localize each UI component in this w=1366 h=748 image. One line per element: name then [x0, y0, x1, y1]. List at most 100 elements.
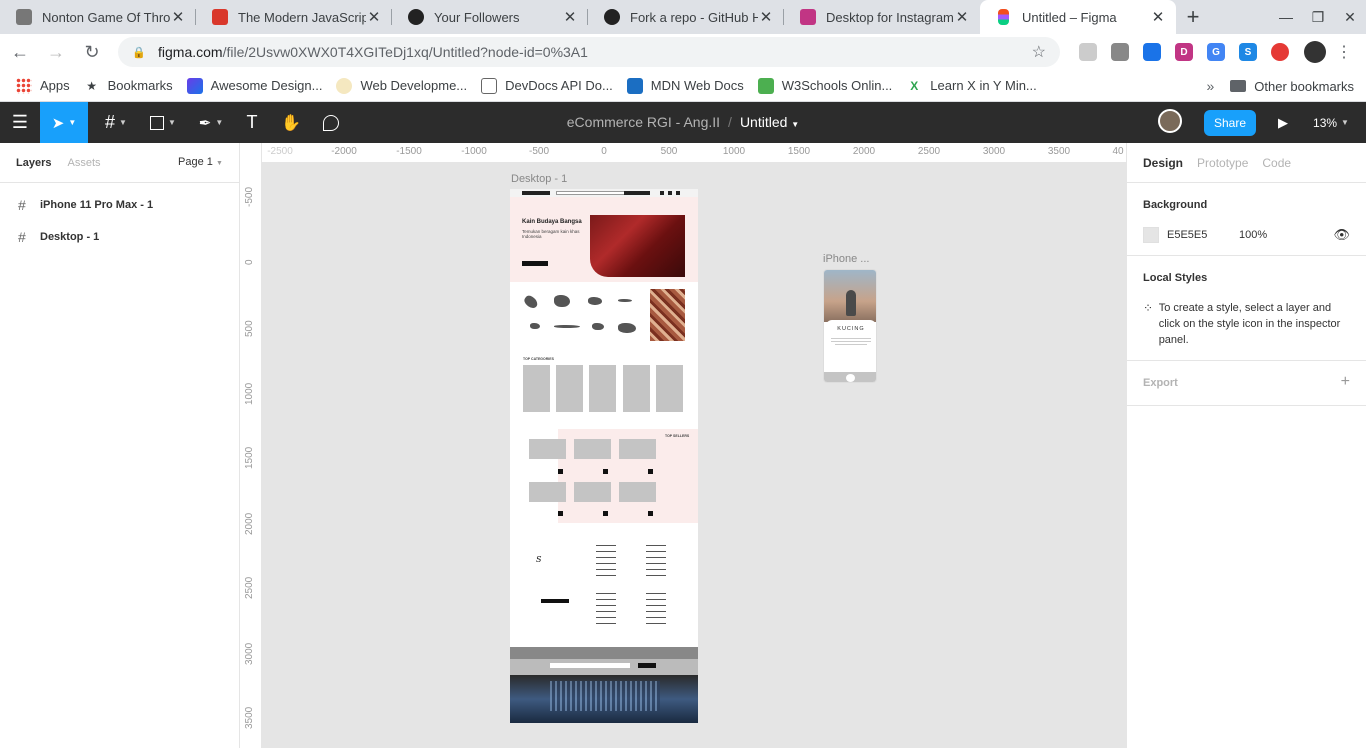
ruler-tick: -2000 — [331, 146, 357, 157]
project-name[interactable]: eCommerce RGI - Ang.II — [567, 114, 720, 130]
local-styles-heading: Local Styles — [1143, 272, 1208, 284]
back-icon[interactable]: ← — [4, 36, 36, 68]
user-avatar[interactable] — [1158, 109, 1182, 133]
desktop-frame[interactable]: Kain Budaya Bangsa Temukan beragam kain … — [510, 189, 698, 723]
reload-icon[interactable]: ↻ — [76, 36, 108, 68]
bookmark-mdn[interactable]: MDN Web Docs — [626, 77, 744, 94]
chevron-down-icon[interactable]: ▼ — [791, 120, 799, 129]
footer-link-column — [646, 593, 666, 627]
translate-extension-icon[interactable]: G — [1207, 43, 1225, 61]
chevron-down-icon[interactable]: ▼ — [168, 118, 176, 127]
address-bar[interactable]: 🔒 figma.com/file/2Usvw0XWX0T4XGITeDj1xq/… — [118, 37, 1060, 67]
bookmark-w3schools[interactable]: W3Schools Onlin... — [757, 77, 893, 94]
power-extension-icon[interactable] — [1271, 43, 1289, 61]
ruler-tick: -1000 — [461, 146, 487, 157]
bookmark-label: W3Schools Onlin... — [781, 78, 893, 93]
url-text[interactable]: figma.com/file/2Usvw0XWX0T4XGITeDj1xq/Un… — [158, 44, 1032, 60]
browser-tab-6[interactable]: Untitled – Figma ✕ — [980, 0, 1176, 34]
bookmark-awesome-design[interactable]: Awesome Design... — [186, 77, 322, 94]
design-nav-block — [624, 191, 650, 195]
browser-tab-4[interactable]: Fork a repo - GitHub H ✕ — [588, 0, 784, 34]
tab-close-icon[interactable]: ✕ — [366, 8, 382, 26]
other-bookmarks[interactable]: Other bookmarks — [1254, 79, 1354, 94]
blue-extension-icon[interactable] — [1143, 43, 1161, 61]
chevron-down-icon[interactable]: ▼ — [1341, 118, 1349, 127]
move-tool-icon[interactable]: ➤ ▼ — [40, 102, 88, 143]
shape-tool-icon[interactable]: ▼ — [140, 102, 186, 143]
browser-tab-2[interactable]: The Modern JavaScrip ✕ — [196, 0, 392, 34]
tab-assets[interactable]: Assets — [67, 157, 100, 169]
text-tool-icon[interactable]: T — [236, 102, 268, 143]
iphone-frame-label[interactable]: iPhone ... — [823, 253, 869, 265]
product-cart-block — [558, 511, 563, 516]
background-opacity[interactable]: 100% — [1239, 229, 1333, 241]
layer-row[interactable]: # Desktop - 1 — [0, 221, 239, 253]
bookmark-web-dev[interactable]: Web Developme... — [336, 77, 467, 94]
tab-layers[interactable]: Layers — [16, 157, 51, 169]
tab-close-icon[interactable]: ✕ — [170, 8, 186, 26]
page-selector[interactable]: Page 1 ▼ — [178, 156, 223, 168]
tab-title: Untitled – Figma — [1022, 9, 1117, 25]
product-card — [574, 482, 611, 502]
bookmark-learnx[interactable]: X Learn X in Y Min... — [906, 78, 1037, 94]
frame-tool-icon[interactable]: # ▼ — [92, 102, 140, 143]
iphone-frame[interactable]: KUCING — [823, 269, 877, 383]
background-section: Background E5E5E5 100% 👁 — [1127, 183, 1366, 256]
instagram-desktop-extension-icon[interactable]: D — [1175, 43, 1193, 61]
tab-close-icon[interactable]: ✕ — [758, 8, 774, 26]
bookmark-star-icon[interactable]: ☆ — [1032, 42, 1046, 62]
screenshot-extension-icon[interactable]: S — [1239, 43, 1257, 61]
desktop-frame-label[interactable]: Desktop - 1 — [511, 173, 567, 185]
forward-icon[interactable]: → — [40, 36, 72, 68]
browser-tab-5[interactable]: Desktop for Instagram ✕ — [784, 0, 980, 34]
zoom-menu[interactable]: 13% ▼ — [1306, 102, 1356, 143]
bookmark-apps[interactable]: Apps — [16, 77, 70, 94]
color-swatch[interactable] — [1143, 227, 1159, 243]
eye-icon[interactable]: 👁 — [1333, 227, 1350, 243]
ruler-tick: 2500 — [244, 576, 255, 599]
tab-code[interactable]: Code — [1262, 156, 1291, 170]
chevron-down-icon[interactable]: ▼ — [119, 118, 127, 127]
close-window-icon[interactable]: ✕ — [1334, 0, 1366, 34]
lock-icon[interactable]: 🔒 — [132, 46, 146, 59]
tab-close-icon[interactable]: ✕ — [562, 8, 578, 26]
chevron-down-icon[interactable]: ▼ — [68, 118, 76, 127]
tab-close-icon[interactable]: ✕ — [954, 8, 970, 26]
ruler-tick: 3000 — [982, 146, 1006, 157]
profile-avatar[interactable] — [1304, 41, 1326, 63]
bookmarks-overflow-icon[interactable]: » — [1207, 78, 1215, 94]
learnx-icon: X — [910, 78, 919, 93]
pen-tool-icon[interactable]: ✒ ▼ — [188, 102, 234, 143]
restore-icon[interactable]: ❐ — [1302, 0, 1334, 34]
url-path: /file/2Usvw0XWX0T4XGITeDj1xq/Untitled?no… — [222, 44, 588, 60]
bookmark-bookmarks[interactable]: ★ Bookmarks — [84, 78, 172, 94]
comment-tool-icon[interactable] — [314, 102, 348, 143]
canvas[interactable]: -2500 -2000 -1500 -1000 -500 0 500 1000 … — [240, 143, 1126, 748]
present-icon[interactable]: ▶ — [1268, 102, 1298, 143]
tab-design[interactable]: Design — [1143, 156, 1183, 170]
shield-extension-icon[interactable] — [1079, 43, 1097, 61]
tab-title: Nonton Game Of Thron — [42, 9, 170, 25]
new-tab-button[interactable]: + — [1176, 0, 1210, 34]
main-menu-icon[interactable]: ☰ — [0, 102, 40, 143]
share-button[interactable]: Share — [1204, 110, 1256, 136]
browser-tab-3[interactable]: Your Followers ✕ — [392, 0, 588, 34]
ruler-tick: 2000 — [244, 512, 255, 535]
tab-prototype[interactable]: Prototype — [1197, 156, 1248, 170]
chrome-menu-icon[interactable]: ⋮ — [1332, 42, 1356, 62]
ruler-tick: 500 — [244, 320, 255, 337]
browser-tab-1[interactable]: Nonton Game Of Thron ✕ — [0, 0, 196, 34]
add-export-icon[interactable]: + — [1341, 373, 1350, 391]
product-card — [529, 439, 566, 459]
layer-row[interactable]: # iPhone 11 Pro Max - 1 — [0, 189, 239, 221]
background-hex[interactable]: E5E5E5 — [1167, 229, 1239, 241]
bookmark-label: MDN Web Docs — [650, 78, 744, 93]
devdocs-icon — [481, 77, 498, 94]
file-name[interactable]: Untitled — [740, 114, 787, 130]
bookmark-devdocs[interactable]: DevDocs API Do... — [481, 77, 613, 94]
tab-close-icon[interactable]: ✕ — [1150, 8, 1166, 26]
hand-tool-icon[interactable]: ✋ — [274, 102, 308, 143]
bug-extension-icon[interactable] — [1111, 43, 1129, 61]
minimize-icon[interactable]: — — [1270, 0, 1302, 34]
chevron-down-icon[interactable]: ▼ — [215, 118, 223, 127]
